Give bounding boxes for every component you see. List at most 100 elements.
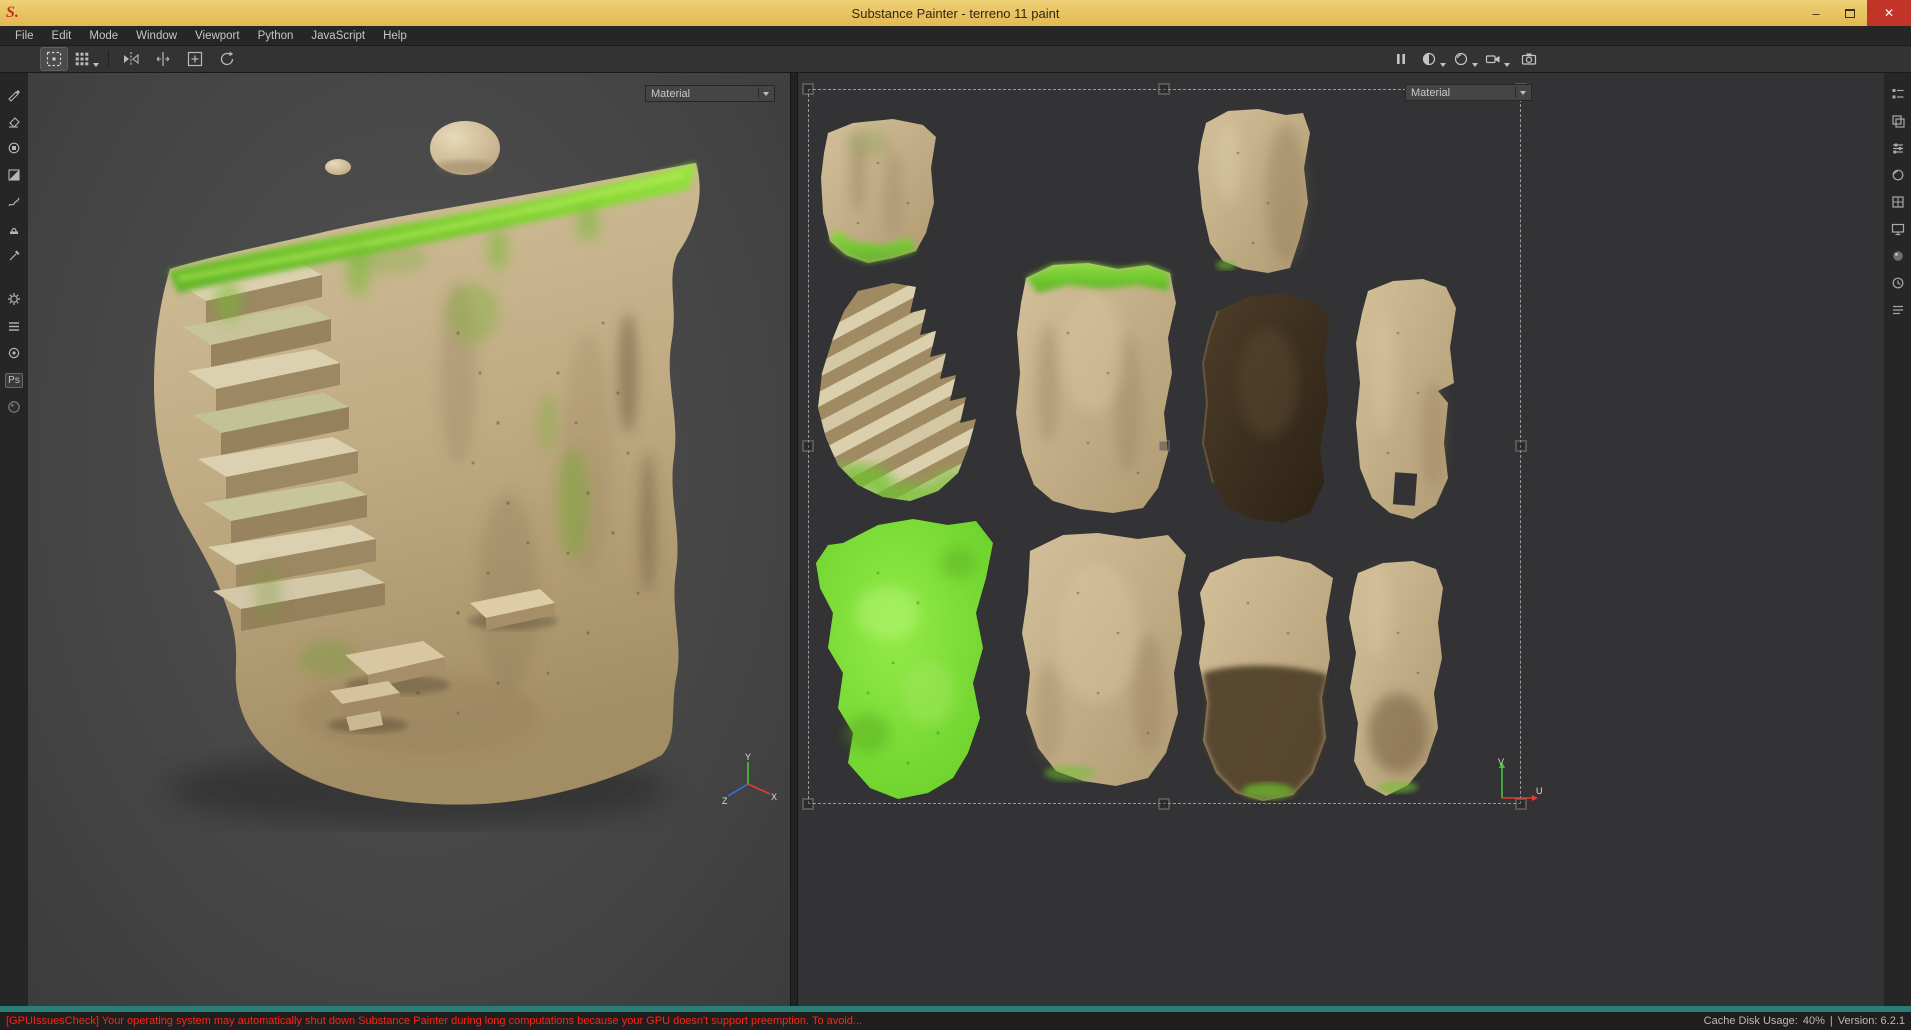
viewer-sphere-icon xyxy=(1892,251,1903,261)
workspace: Ps Material Y X Z Material V U xyxy=(0,73,1911,1006)
camera-mode-dropdown[interactable] xyxy=(1484,48,1510,70)
axis-gizmo-3d: Y X Z xyxy=(722,752,777,806)
uv-handle-top-center[interactable] xyxy=(1158,83,1170,95)
polygon-fill-icon xyxy=(8,169,20,181)
chevron-down-icon xyxy=(1520,90,1526,95)
grid-panel-icon xyxy=(1891,196,1904,208)
history-panel-button[interactable] xyxy=(1887,272,1909,294)
material-view-dropdown[interactable] xyxy=(1420,48,1446,70)
menu-item-edit[interactable]: Edit xyxy=(43,28,81,44)
uv-handle-bottom-center[interactable] xyxy=(1158,798,1170,810)
photoshop-icon: Ps xyxy=(5,372,23,388)
chevron-down-icon xyxy=(93,63,99,67)
chevron-down-icon xyxy=(1440,63,1446,67)
toolbar-separator xyxy=(108,50,109,68)
uv-tile-grid-button[interactable] xyxy=(73,48,99,70)
add-frame-button[interactable] xyxy=(182,48,208,70)
gpu-warning-text: [GPUIssuesCheck] Your operating system m… xyxy=(6,1015,863,1027)
shelf-sphere-icon xyxy=(8,347,20,359)
status-separator: | xyxy=(1829,1015,1833,1027)
display-settings-panel-button[interactable] xyxy=(1887,218,1909,240)
viewer-settings-panel-button[interactable] xyxy=(1887,245,1909,267)
eyedropper-icon xyxy=(9,250,20,261)
symmetry-plane-icon xyxy=(156,52,170,66)
menu-item-python[interactable]: Python xyxy=(249,28,303,44)
eraser-icon xyxy=(9,117,20,128)
clone-tool-button[interactable] xyxy=(3,218,25,240)
grid-icon xyxy=(75,52,89,66)
window-controls: – ✕ xyxy=(1799,0,1911,26)
log-panel-button[interactable] xyxy=(1887,299,1909,321)
chevron-down-icon xyxy=(763,91,769,96)
baking-button[interactable] xyxy=(3,315,25,337)
clock-icon xyxy=(1892,277,1903,289)
select-divider xyxy=(758,88,759,99)
texture-set-settings-panel-button[interactable] xyxy=(1887,137,1909,159)
layers-icon xyxy=(1891,115,1905,128)
uv-handle-bottom-left[interactable] xyxy=(802,798,814,810)
material-mode-select-3d[interactable]: Material xyxy=(645,85,775,102)
iray-render-button[interactable] xyxy=(3,396,25,418)
maximize-button[interactable] xyxy=(1833,0,1867,26)
shaded-sphere-icon xyxy=(1454,52,1468,66)
symmetry-settings-button[interactable] xyxy=(40,47,68,71)
app-logo-icon: S. xyxy=(6,4,19,21)
select-divider xyxy=(1515,87,1516,98)
shader-sphere-icon xyxy=(1892,169,1903,181)
axis-z-label: Z xyxy=(722,796,728,806)
menu-item-window[interactable]: Window xyxy=(127,28,186,44)
material-mode-label: Material xyxy=(651,87,691,100)
menu-item-mode[interactable]: Mode xyxy=(80,28,127,44)
minimize-button[interactable]: – xyxy=(1799,0,1833,26)
titlebar: S. Substance Painter - terreno 11 paint … xyxy=(0,0,1911,26)
menu-item-javascript[interactable]: JavaScript xyxy=(302,28,374,44)
close-icon: ✕ xyxy=(1883,6,1895,20)
shelf-button[interactable] xyxy=(3,342,25,364)
settings-button[interactable] xyxy=(3,288,25,310)
uv-handle-mid-right[interactable] xyxy=(1515,440,1527,452)
polygon-fill-tool-button[interactable] xyxy=(3,164,25,186)
menu-item-file[interactable]: File xyxy=(6,28,43,44)
axis-y-label: Y xyxy=(745,752,751,762)
cache-disk-usage-label: Cache Disk Usage: xyxy=(1703,1015,1798,1027)
smudge-tool-button[interactable] xyxy=(3,191,25,213)
menu-item-viewport[interactable]: Viewport xyxy=(186,28,249,44)
minimize-icon: – xyxy=(1812,5,1820,21)
chevron-down-icon xyxy=(1504,63,1510,67)
sliders-icon xyxy=(1892,143,1903,154)
shader-settings-panel-button[interactable] xyxy=(1887,164,1909,186)
plus-square-icon xyxy=(187,51,203,67)
mirror-button[interactable] xyxy=(118,48,144,70)
reset-view-button[interactable] xyxy=(214,48,240,70)
menu-item-help[interactable]: Help xyxy=(374,28,416,44)
eraser-tool-button[interactable] xyxy=(3,110,25,132)
symmetry-plane-button[interactable] xyxy=(150,48,176,70)
left-tool-rail: Ps xyxy=(0,73,28,1006)
material-picker-tool-button[interactable] xyxy=(3,245,25,267)
viewport-splitter[interactable] xyxy=(790,73,798,1006)
status-right: Cache Disk Usage: 40% | Version: 6.2.1 xyxy=(1704,1015,1905,1027)
viewport-2d[interactable]: Material V U xyxy=(798,73,1884,1006)
gear-icon xyxy=(8,293,20,305)
viewport-3d[interactable]: Material Y X Z xyxy=(28,73,790,1006)
shading-mode-dropdown[interactable] xyxy=(1452,48,1478,70)
toolbar-right-cluster xyxy=(1385,46,1545,72)
close-button[interactable]: ✕ xyxy=(1867,0,1911,26)
uv-handle-mid-left[interactable] xyxy=(802,440,814,452)
uv-handle-center[interactable] xyxy=(1158,440,1170,452)
layers-panel-button[interactable] xyxy=(1887,110,1909,132)
uv-handle-top-left[interactable] xyxy=(802,83,814,95)
properties-panel-button[interactable] xyxy=(1887,191,1909,213)
video-camera-icon xyxy=(1485,55,1500,64)
projection-tool-button[interactable] xyxy=(3,137,25,159)
material-mode-select-2d[interactable]: Material xyxy=(1405,84,1532,101)
chevron-down-icon xyxy=(1472,63,1478,67)
pause-engine-button[interactable] xyxy=(1388,48,1414,70)
reset-rotate-icon xyxy=(220,51,234,66)
photoshop-export-button[interactable]: Ps xyxy=(3,369,25,391)
cache-disk-usage-value: 40% xyxy=(1802,1015,1825,1027)
texture-set-list-panel-button[interactable] xyxy=(1887,83,1909,105)
paint-tool-button[interactable] xyxy=(3,83,25,105)
list-panel-icon xyxy=(1892,89,1903,99)
screenshot-button[interactable] xyxy=(1516,48,1542,70)
